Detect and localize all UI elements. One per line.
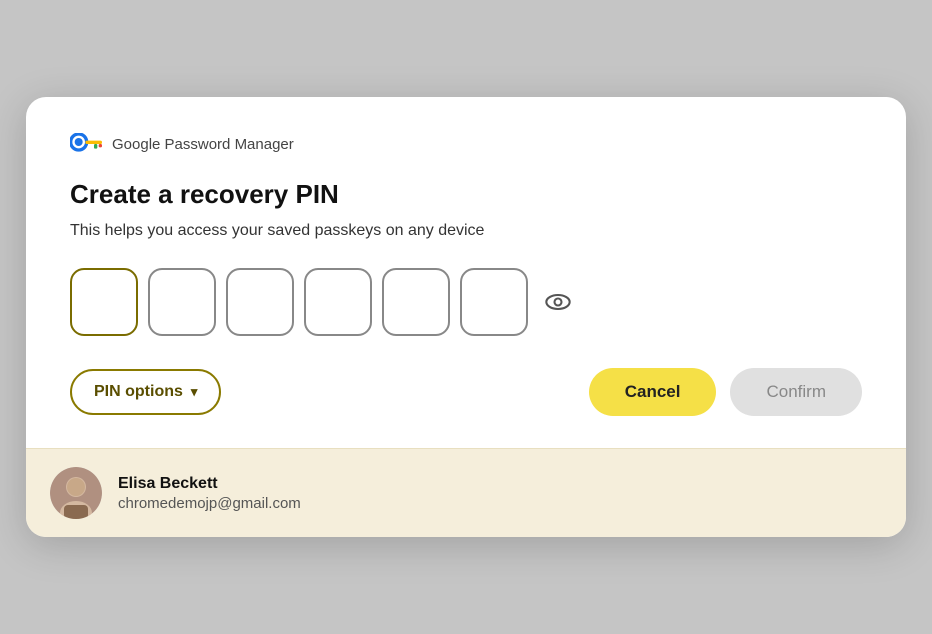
modal-footer: Elisa Beckett chromedemojp@gmail.com bbox=[26, 448, 906, 537]
user-info: Elisa Beckett chromedemojp@gmail.com bbox=[118, 475, 301, 512]
pin-input-row bbox=[70, 268, 862, 336]
recovery-pin-modal: Google Password Manager Create a recover… bbox=[26, 97, 906, 537]
user-email: chromedemojp@gmail.com bbox=[118, 495, 301, 512]
user-name: Elisa Beckett bbox=[118, 475, 301, 493]
pin-box-2[interactable] bbox=[148, 268, 216, 336]
eye-icon bbox=[544, 288, 572, 316]
pin-options-label: PIN options bbox=[94, 383, 183, 401]
actions-row: PIN options ▾ Cancel Confirm bbox=[70, 368, 862, 416]
cancel-button[interactable]: Cancel bbox=[589, 368, 717, 416]
pin-box-1[interactable] bbox=[70, 268, 138, 336]
gpm-title: Google Password Manager bbox=[112, 136, 294, 153]
toggle-pin-visibility-button[interactable] bbox=[538, 282, 578, 322]
header-row: Google Password Manager bbox=[70, 133, 862, 155]
modal-body: Google Password Manager Create a recover… bbox=[26, 97, 906, 448]
pin-box-3[interactable] bbox=[226, 268, 294, 336]
modal-title: Create a recovery PIN bbox=[70, 179, 862, 210]
pin-options-button[interactable]: PIN options ▾ bbox=[70, 369, 221, 415]
pin-box-6[interactable] bbox=[460, 268, 528, 336]
modal-overlay: Google Password Manager Create a recover… bbox=[0, 0, 932, 634]
pin-box-5[interactable] bbox=[382, 268, 450, 336]
right-actions: Cancel Confirm bbox=[589, 368, 862, 416]
confirm-button[interactable]: Confirm bbox=[730, 368, 862, 416]
pin-box-4[interactable] bbox=[304, 268, 372, 336]
avatar bbox=[50, 467, 102, 519]
chevron-down-icon: ▾ bbox=[191, 384, 198, 400]
modal-subtitle: This helps you access your saved passkey… bbox=[70, 222, 862, 240]
gpm-icon bbox=[70, 133, 102, 155]
